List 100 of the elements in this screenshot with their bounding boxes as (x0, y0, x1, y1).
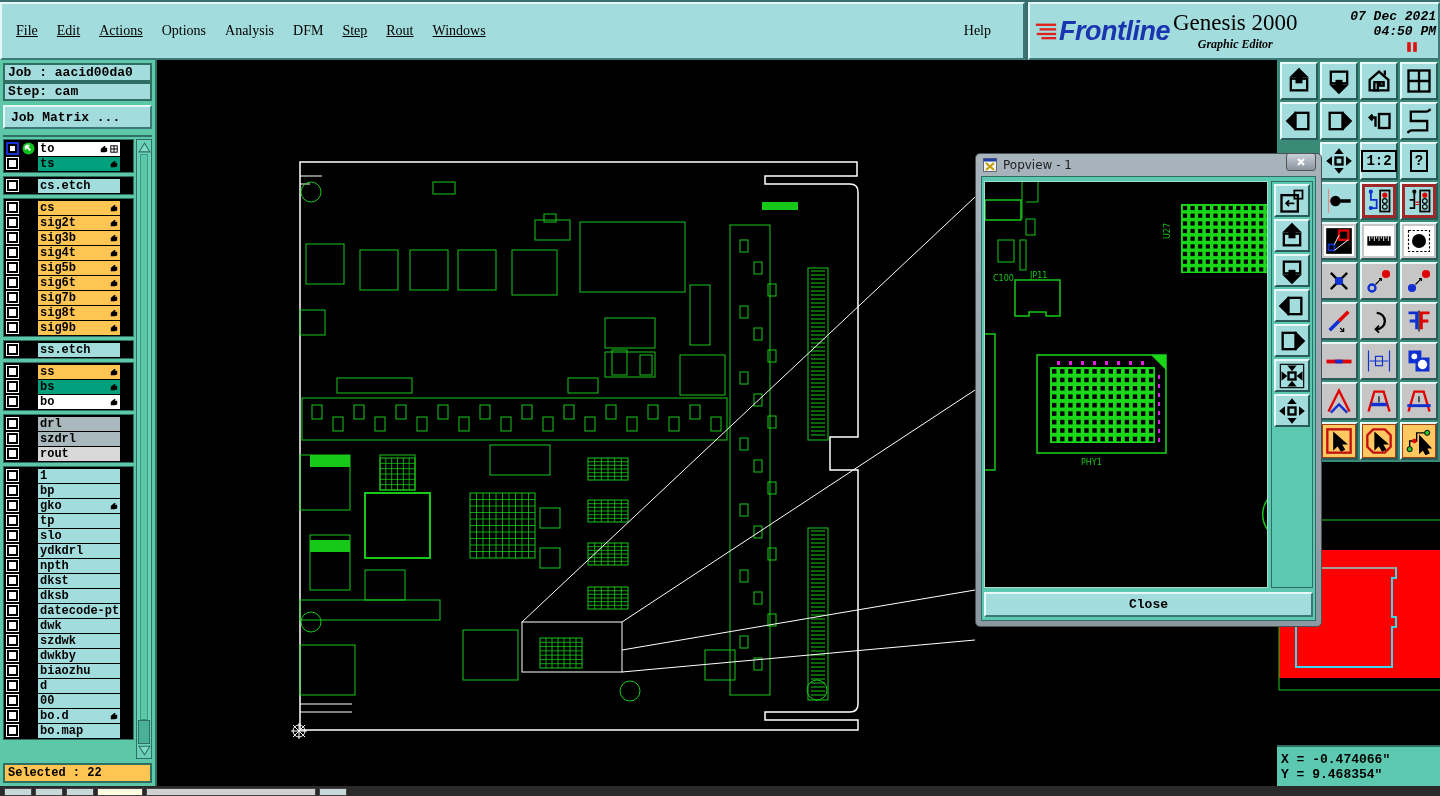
layer-item[interactable]: datecode-pt (38, 603, 120, 618)
tool-button[interactable] (1274, 254, 1310, 287)
menu-item[interactable]: Step (338, 21, 372, 41)
tool-button[interactable] (1280, 102, 1318, 140)
layer-checkbox[interactable] (7, 202, 18, 213)
layer-item[interactable]: rout (38, 446, 120, 461)
tool-button[interactable] (1400, 382, 1438, 420)
tool-button[interactable] (1400, 62, 1438, 100)
layer-item[interactable]: ydkdrl (38, 543, 120, 558)
layer-checkbox[interactable] (7, 381, 18, 392)
menu-item[interactable]: Windows (428, 21, 490, 41)
close-button[interactable]: Close (984, 592, 1313, 617)
layer-checkbox[interactable] (7, 485, 18, 496)
menu-item[interactable]: Edit (52, 21, 85, 41)
layer-item[interactable]: sig5b (38, 260, 120, 275)
layer-item[interactable]: bo (38, 394, 120, 409)
layer-item[interactable]: sig3b (38, 230, 120, 245)
tool-button[interactable] (1320, 182, 1358, 220)
scrollbar[interactable] (136, 139, 152, 759)
layer-item[interactable]: sig2t (38, 215, 120, 230)
tool-button[interactable] (1360, 342, 1398, 380)
layer-checkbox[interactable] (7, 560, 18, 571)
tool-button[interactable] (1360, 262, 1398, 300)
layer-checkbox[interactable] (7, 448, 18, 459)
tool-button[interactable]: ? (1400, 142, 1438, 180)
layer-checkbox[interactable] (7, 247, 18, 258)
tool-button[interactable] (1360, 422, 1398, 460)
tool-button[interactable] (1320, 62, 1358, 100)
layer-item[interactable]: dwk (38, 618, 120, 633)
layer-item[interactable]: ts (38, 156, 120, 171)
layer-checkbox[interactable] (7, 695, 18, 706)
layer-checkbox[interactable] (7, 396, 18, 407)
layer-item[interactable]: sig8t (38, 305, 120, 320)
bottom-button[interactable] (35, 788, 63, 796)
close-button[interactable] (1286, 153, 1316, 171)
layer-checkbox[interactable] (7, 322, 18, 333)
layer-checkbox[interactable] (7, 307, 18, 318)
layer-item[interactable]: to (38, 141, 120, 156)
layer-checkbox[interactable] (7, 344, 18, 355)
tool-button[interactable] (1280, 62, 1318, 100)
layer-checkbox[interactable] (7, 650, 18, 661)
layer-item[interactable]: gko (38, 498, 120, 513)
scroll-thumb[interactable] (138, 720, 150, 744)
layer-item[interactable]: sig6t (38, 275, 120, 290)
layer-checkbox[interactable] (7, 277, 18, 288)
layer-item[interactable]: cs (38, 200, 120, 215)
layer-item[interactable]: bo.d (38, 708, 120, 723)
layer-checkbox[interactable] (7, 665, 18, 676)
menu-item[interactable]: DFM (289, 21, 328, 41)
tool-button[interactable] (1320, 142, 1358, 180)
tool-button[interactable] (1400, 302, 1438, 340)
layer-checkbox[interactable] (7, 180, 18, 191)
layer-checkbox[interactable] (7, 605, 18, 616)
layer-checkbox[interactable] (7, 418, 18, 429)
tool-button[interactable] (1274, 219, 1310, 252)
tool-button[interactable] (1320, 102, 1358, 140)
layer-item[interactable]: 00 (38, 693, 120, 708)
layer-checkbox[interactable] (7, 545, 18, 556)
layer-item[interactable]: cs.etch (38, 178, 120, 193)
layer-item[interactable]: 1 (38, 468, 120, 483)
layer-item[interactable]: szdwk (38, 633, 120, 648)
layer-checkbox[interactable] (6, 142, 19, 155)
menu-item[interactable]: Actions (95, 21, 147, 41)
tool-button[interactable] (1400, 422, 1438, 460)
layer-item[interactable]: drl (38, 416, 120, 431)
job-matrix-button[interactable]: Job Matrix ... (3, 105, 152, 129)
layer-checkbox[interactable] (7, 217, 18, 228)
layer-item[interactable]: bp (38, 483, 120, 498)
tool-button[interactable]: 1:2 (1360, 142, 1398, 180)
tool-button[interactable] (1274, 394, 1310, 427)
tool-button[interactable] (1274, 184, 1310, 217)
tool-button[interactable] (1320, 302, 1358, 340)
layer-checkbox[interactable] (7, 590, 18, 601)
tool-button[interactable] (1360, 62, 1398, 100)
tool-button[interactable] (1320, 262, 1358, 300)
layer-checkbox[interactable] (7, 635, 18, 646)
layer-item[interactable]: slo (38, 528, 120, 543)
layer-item[interactable]: tp (38, 513, 120, 528)
tool-button[interactable] (1400, 102, 1438, 140)
layer-checkbox[interactable] (7, 620, 18, 631)
tool-button[interactable] (1360, 102, 1398, 140)
tool-button[interactable] (1274, 359, 1310, 392)
layer-item[interactable]: ss.etch (38, 342, 120, 357)
layer-checkbox[interactable] (7, 366, 18, 377)
layer-checkbox[interactable] (7, 575, 18, 586)
layer-checkbox[interactable] (7, 710, 18, 721)
layer-checkbox[interactable] (7, 500, 18, 511)
tool-button[interactable] (1400, 222, 1438, 260)
tool-button[interactable] (1360, 382, 1398, 420)
input-field[interactable] (97, 788, 143, 796)
layer-checkbox[interactable] (7, 292, 18, 303)
layer-checkbox[interactable] (7, 262, 18, 273)
menu-item[interactable]: File (12, 21, 42, 41)
bottom-button[interactable] (319, 788, 347, 796)
layer-checkbox[interactable] (7, 232, 18, 243)
layer-item[interactable]: ss (38, 364, 120, 379)
tool-button[interactable] (1320, 342, 1358, 380)
layer-item[interactable]: sig4t (38, 245, 120, 260)
layer-item[interactable]: npth (38, 558, 120, 573)
tool-button[interactable] (1320, 382, 1358, 420)
